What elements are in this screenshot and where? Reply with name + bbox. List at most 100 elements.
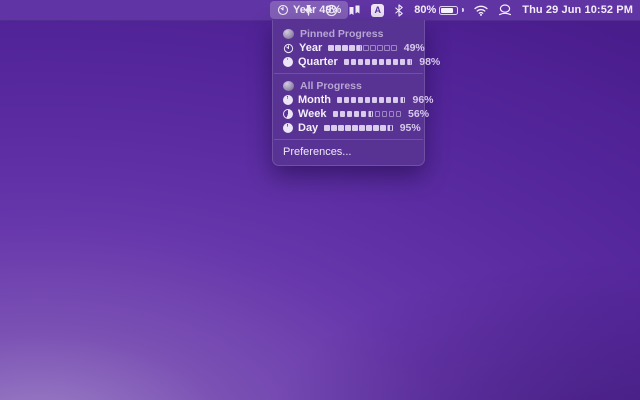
dropdown-sections: Pinned Progress Year 49%Quarter98% All Prog… — [273, 26, 424, 135]
clock-icon — [283, 43, 294, 54]
menu-separator — [274, 73, 423, 74]
section-header: Pinned Progress — [273, 26, 424, 41]
progress-segment — [356, 45, 362, 51]
progress-segment — [358, 97, 364, 103]
progress-segment — [372, 97, 378, 103]
progress-segment — [370, 45, 376, 51]
progress-bar — [337, 97, 406, 103]
progress-segment — [352, 125, 358, 131]
progress-segment — [400, 59, 406, 65]
progress-bar — [324, 125, 393, 131]
progress-segment — [386, 59, 392, 65]
flags-icon[interactable] — [348, 4, 361, 17]
input-source-icon[interactable]: A — [371, 4, 384, 17]
progress-segment — [361, 111, 367, 117]
sphere-icon — [283, 29, 294, 39]
progress-segment — [366, 125, 372, 131]
battery-tip — [462, 8, 464, 12]
progress-label: Month — [298, 94, 331, 106]
progress-segment — [359, 125, 365, 131]
preferences-label: Preferences... — [283, 146, 351, 158]
progress-segment — [400, 97, 406, 103]
progress-segment — [379, 97, 385, 103]
progress-segment — [365, 97, 371, 103]
progress-segment — [363, 45, 369, 51]
progress-segment — [358, 59, 364, 65]
progress-percent: 96% — [412, 94, 433, 106]
bluetooth-icon[interactable] — [394, 4, 404, 17]
menubar-clock[interactable]: Thu 29 Jun 10:52 PM — [522, 4, 633, 16]
progress-segment — [393, 97, 399, 103]
pin-icon[interactable] — [302, 4, 315, 17]
progress-segment — [344, 59, 350, 65]
menu-bar: Year 49% A 80% — [0, 0, 640, 21]
progress-segment — [324, 125, 330, 131]
circled-target-icon[interactable] — [325, 4, 338, 17]
menubar-status-area: A 80% Thu — [302, 0, 633, 20]
progress-segment — [333, 111, 339, 117]
progress-row[interactable]: Week56% — [273, 107, 424, 121]
pie-icon — [283, 95, 293, 105]
progress-row[interactable]: Year 49% — [273, 41, 424, 55]
progress-segment — [347, 111, 353, 117]
progress-segment — [387, 125, 393, 131]
progress-segment — [382, 111, 388, 117]
sphere-icon — [283, 81, 294, 91]
progress-bar — [328, 45, 397, 51]
preferences-menu-item[interactable]: Preferences... — [273, 144, 424, 160]
pie-icon — [283, 123, 293, 133]
pie-icon — [283, 57, 293, 67]
progress-percent: 98% — [419, 56, 440, 68]
progress-label: Day — [298, 122, 318, 134]
progress-segment — [396, 111, 402, 117]
battery-percent: 80% — [414, 4, 436, 16]
progress-segment — [328, 45, 334, 51]
progress-segment — [342, 45, 348, 51]
progress-percent: 56% — [408, 108, 429, 120]
progress-row[interactable]: Month96% — [273, 93, 424, 107]
progress-segment — [365, 59, 371, 65]
progress-percent: 49% — [404, 42, 425, 54]
progress-row[interactable]: Day 95% — [273, 121, 424, 135]
user-icon[interactable] — [498, 4, 512, 16]
progress-segment — [386, 97, 392, 103]
menu-separator — [274, 139, 423, 140]
progress-bar — [333, 111, 402, 117]
progress-segment — [354, 111, 360, 117]
progress-segment — [372, 59, 378, 65]
battery-icon — [439, 6, 458, 15]
progress-segment — [375, 111, 381, 117]
progress-percent: 95% — [400, 122, 421, 134]
progress-label: Week — [298, 108, 327, 120]
battery-indicator[interactable]: 80% — [414, 4, 464, 16]
progress-segment — [377, 45, 383, 51]
progress-bar — [344, 59, 413, 65]
progress-segment — [391, 45, 397, 51]
progress-segment — [373, 125, 379, 131]
progress-segment — [349, 45, 355, 51]
progress-segment — [407, 59, 413, 65]
progress-segment — [351, 97, 357, 103]
progress-segment — [331, 125, 337, 131]
pie-icon — [283, 109, 293, 119]
progress-segment — [384, 45, 390, 51]
progress-dropdown-menu: Pinned Progress Year 49%Quarter98% All Prog… — [272, 20, 425, 166]
progress-label: Year — [299, 42, 322, 54]
progress-segment — [389, 111, 395, 117]
progress-segment — [340, 111, 346, 117]
wifi-icon[interactable] — [474, 5, 488, 16]
progress-segment — [337, 97, 343, 103]
progress-segment — [393, 59, 399, 65]
section-header: All Progress — [273, 78, 424, 93]
section-title: All Progress — [300, 80, 362, 92]
progress-segment — [344, 97, 350, 103]
clock-icon — [277, 4, 289, 16]
progress-segment — [379, 59, 385, 65]
progress-row[interactable]: Quarter98% — [273, 55, 424, 69]
progress-segment — [351, 59, 357, 65]
progress-segment — [345, 125, 351, 131]
progress-segment — [368, 111, 374, 117]
section-title: Pinned Progress — [300, 28, 383, 40]
progress-segment — [338, 125, 344, 131]
progress-segment — [335, 45, 341, 51]
